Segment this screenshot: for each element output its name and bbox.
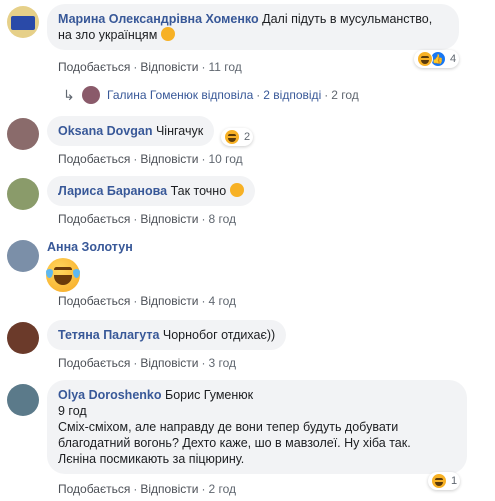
comment-bubble: Марина Олександрівна Хоменко Далі підуть…	[47, 4, 459, 50]
avatar[interactable]	[7, 322, 39, 354]
comment-subtime: 9 год	[58, 404, 87, 418]
reply-button[interactable]: Відповісти	[140, 356, 198, 370]
haha-reaction-icon	[417, 51, 433, 67]
like-button[interactable]: Подобається	[58, 212, 130, 226]
reply-thread-link[interactable]: ↳ Галина Гоменюк відповіла · 2 відповіді · 2…	[0, 84, 495, 106]
reply-time: 2 год	[331, 88, 359, 102]
like-button[interactable]: Подобається	[58, 152, 130, 166]
like-button[interactable]: Подобається	[58, 60, 130, 74]
comment-actions: Подобається · Відповісти · 3 год	[58, 356, 236, 370]
comment-bubble: Oksana Dovgan Чінгачук	[47, 116, 215, 146]
reaction-count: 1	[451, 475, 458, 487]
comment-author[interactable]: Марина Олександрівна Хоменко	[58, 12, 259, 26]
comment-author[interactable]: Olya Doroshenko	[58, 388, 162, 402]
reply-button[interactable]: Відповісти	[140, 212, 198, 226]
comment-actions: Подобається · Відповісти · 11 год	[58, 60, 242, 74]
comment-bubble: Olya Doroshenko Борис Гуменюк 9 год Сміх…	[47, 380, 467, 474]
comment-time[interactable]: 2 год	[208, 482, 236, 496]
haha-reaction-icon	[224, 129, 240, 145]
comment-actions: Подобається · Відповісти · 2 год	[58, 482, 236, 496]
comment-actions: Подобається · Відповісти · 4 год	[58, 294, 236, 308]
comment-text: Сміх-сміхом, але направду де вони тепер …	[58, 420, 399, 434]
comment-text-line2: на зло українцям	[58, 28, 158, 42]
comment-time[interactable]: 8 год	[208, 212, 236, 226]
avatar[interactable]	[7, 384, 39, 416]
comment-actions: Подобається · Відповісти · 10 год	[58, 152, 243, 166]
comment-actions: Подобається · Відповісти · 8 год	[58, 212, 236, 226]
comment-time[interactable]: 4 год	[208, 294, 236, 308]
comment-time[interactable]: 10 год	[208, 152, 242, 166]
laughing-emoji-icon	[160, 27, 175, 41]
reaction-count: 2	[244, 131, 251, 143]
reaction-summary[interactable]: 1	[428, 472, 461, 490]
comment-text: Чорнобог отдихає))	[162, 328, 276, 342]
crying-laughing-emoji-icon	[46, 258, 80, 292]
reply-arrow-icon: ↳	[63, 87, 75, 103]
like-button[interactable]: Подобається	[58, 482, 130, 496]
reply-button[interactable]: Відповісти	[140, 152, 198, 166]
comment-bubble: Тетяна Палагута Чорнобог отдихає))	[47, 320, 287, 350]
avatar[interactable]	[7, 6, 39, 38]
comment-author[interactable]: Тетяна Палагута	[58, 328, 159, 342]
comment-time[interactable]: 11 год	[208, 60, 241, 74]
reply-author[interactable]: Галина Гоменюк	[107, 88, 198, 102]
avatar[interactable]	[7, 118, 39, 150]
comment-text-line3: Лєніна посмикають за піцюрину.	[58, 452, 245, 466]
reply-action: відповіла	[201, 88, 254, 102]
reaction-count: 4	[450, 53, 457, 65]
avatar[interactable]	[7, 240, 39, 272]
comment-text: Далі підуть в мусульманство,	[262, 12, 433, 26]
comment-bubble: Лариса Баранова Так точно	[47, 176, 255, 206]
reply-count[interactable]: 2 відповіді	[263, 88, 321, 102]
reaction-summary[interactable]: 👍 4	[414, 50, 460, 68]
reply-button[interactable]: Відповісти	[140, 294, 198, 308]
comment-text-line2: благодатний вогонь? Дехто каже, шо в мав…	[58, 436, 411, 450]
reaction-summary[interactable]: 2	[221, 128, 254, 146]
comment-author[interactable]: Oksana Dovgan	[58, 124, 152, 138]
haha-reaction-icon	[431, 473, 447, 489]
avatar[interactable]	[7, 178, 39, 210]
comment-text: Чінгачук	[155, 124, 204, 138]
reply-button[interactable]: Відповісти	[140, 482, 198, 496]
comment-author[interactable]: Анна Золотун	[47, 240, 133, 254]
like-button[interactable]: Подобається	[58, 356, 130, 370]
smile-emoji-icon	[229, 183, 244, 197]
comment-text: Так точно	[170, 184, 227, 198]
comment-author[interactable]: Лариса Баранова	[58, 184, 167, 198]
reply-avatar	[82, 86, 100, 104]
comment-time[interactable]: 3 год	[208, 356, 236, 370]
like-button[interactable]: Подобається	[58, 294, 130, 308]
reply-button[interactable]: Відповісти	[140, 60, 198, 74]
tagged-user[interactable]: Борис Гуменюк	[165, 388, 253, 402]
